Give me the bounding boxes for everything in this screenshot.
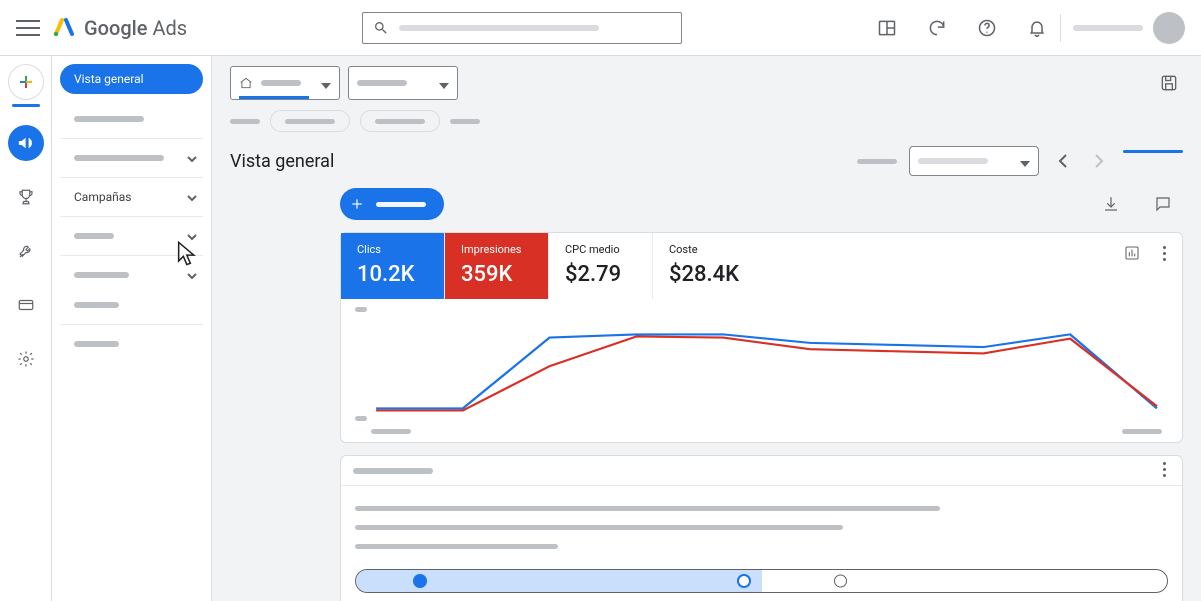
sidebar-item[interactable]	[60, 290, 203, 320]
more-menu-icon[interactable]	[1156, 462, 1172, 477]
compare-toggle[interactable]	[1123, 150, 1183, 153]
metric-clicks[interactable]: Clics 10.2K	[341, 233, 445, 299]
main-content: Vista general	[212, 56, 1201, 601]
plus-icon	[350, 197, 364, 211]
product-name: Google Ads	[84, 16, 187, 40]
sidebar: Vista general Campañas	[52, 56, 212, 601]
new-item-button[interactable]	[340, 188, 444, 220]
sidebar-item[interactable]	[60, 329, 203, 359]
filter-chip[interactable]	[270, 110, 350, 132]
reports-icon[interactable]	[876, 17, 898, 39]
sidebar-item[interactable]	[60, 221, 203, 251]
sidebar-item[interactable]	[60, 104, 203, 134]
step-dot	[834, 575, 847, 588]
metric-impressions[interactable]: Impresiones 359K	[445, 233, 549, 299]
caret-down-icon	[439, 74, 449, 93]
search-icon	[373, 20, 389, 36]
overview-chart-card: Clics 10.2K Impresiones 359K CPC medio $…	[340, 232, 1183, 443]
search-input[interactable]	[362, 12, 682, 44]
account-label[interactable]	[1073, 25, 1143, 31]
notifications-icon[interactable]	[1026, 17, 1048, 39]
nav-settings-icon[interactable]	[8, 341, 44, 377]
create-button[interactable]	[8, 64, 44, 100]
prev-button[interactable]	[1051, 149, 1075, 173]
step-dot	[413, 574, 427, 588]
help-icon[interactable]	[976, 17, 998, 39]
recommendations-card	[340, 455, 1183, 601]
app-header: Google Ads	[0, 0, 1201, 56]
chevron-down-icon	[187, 231, 197, 241]
save-view-icon[interactable]	[1155, 69, 1183, 97]
date-range-dropdown[interactable]	[909, 146, 1039, 176]
home-icon	[239, 76, 253, 90]
menu-icon[interactable]	[16, 16, 40, 40]
avatar[interactable]	[1153, 12, 1185, 44]
refresh-icon[interactable]	[926, 17, 948, 39]
scope-dropdown[interactable]	[230, 66, 340, 100]
chevron-down-icon	[187, 192, 197, 202]
metric-cost[interactable]: Coste $28.4K	[653, 233, 757, 299]
filter-dropdown[interactable]	[348, 66, 458, 100]
sidebar-item-campaigns[interactable]: Campañas	[60, 182, 203, 212]
chart-settings-icon[interactable]	[1122, 243, 1142, 263]
next-button[interactable]	[1087, 149, 1111, 173]
product-logo[interactable]: Google Ads	[52, 14, 187, 42]
sidebar-item[interactable]	[60, 143, 203, 173]
chevron-down-icon	[187, 270, 197, 280]
nav-campaigns-icon[interactable]	[8, 125, 44, 161]
page-title: Vista general	[230, 151, 334, 172]
google-ads-logo-icon	[52, 14, 76, 42]
nav-goals-icon[interactable]	[8, 179, 44, 215]
caret-down-icon	[1020, 152, 1030, 171]
sidebar-item-overview[interactable]: Vista general	[60, 64, 203, 94]
metrics-row: Clics 10.2K Impresiones 359K CPC medio $…	[341, 233, 1182, 299]
download-icon[interactable]	[1101, 194, 1121, 214]
progress-stepper[interactable]	[355, 569, 1168, 593]
feedback-icon[interactable]	[1153, 194, 1173, 214]
step-dot	[737, 574, 751, 588]
chevron-down-icon	[187, 153, 197, 163]
filter-chip[interactable]	[360, 110, 440, 132]
more-menu-icon[interactable]	[1156, 243, 1172, 263]
nav-rail	[0, 56, 52, 601]
line-chart	[341, 299, 1182, 429]
nav-billing-icon[interactable]	[8, 287, 44, 323]
metric-cpc[interactable]: CPC medio $2.79	[549, 233, 653, 299]
caret-down-icon	[321, 74, 331, 93]
sidebar-item[interactable]	[60, 260, 203, 290]
nav-tools-icon[interactable]	[8, 233, 44, 269]
